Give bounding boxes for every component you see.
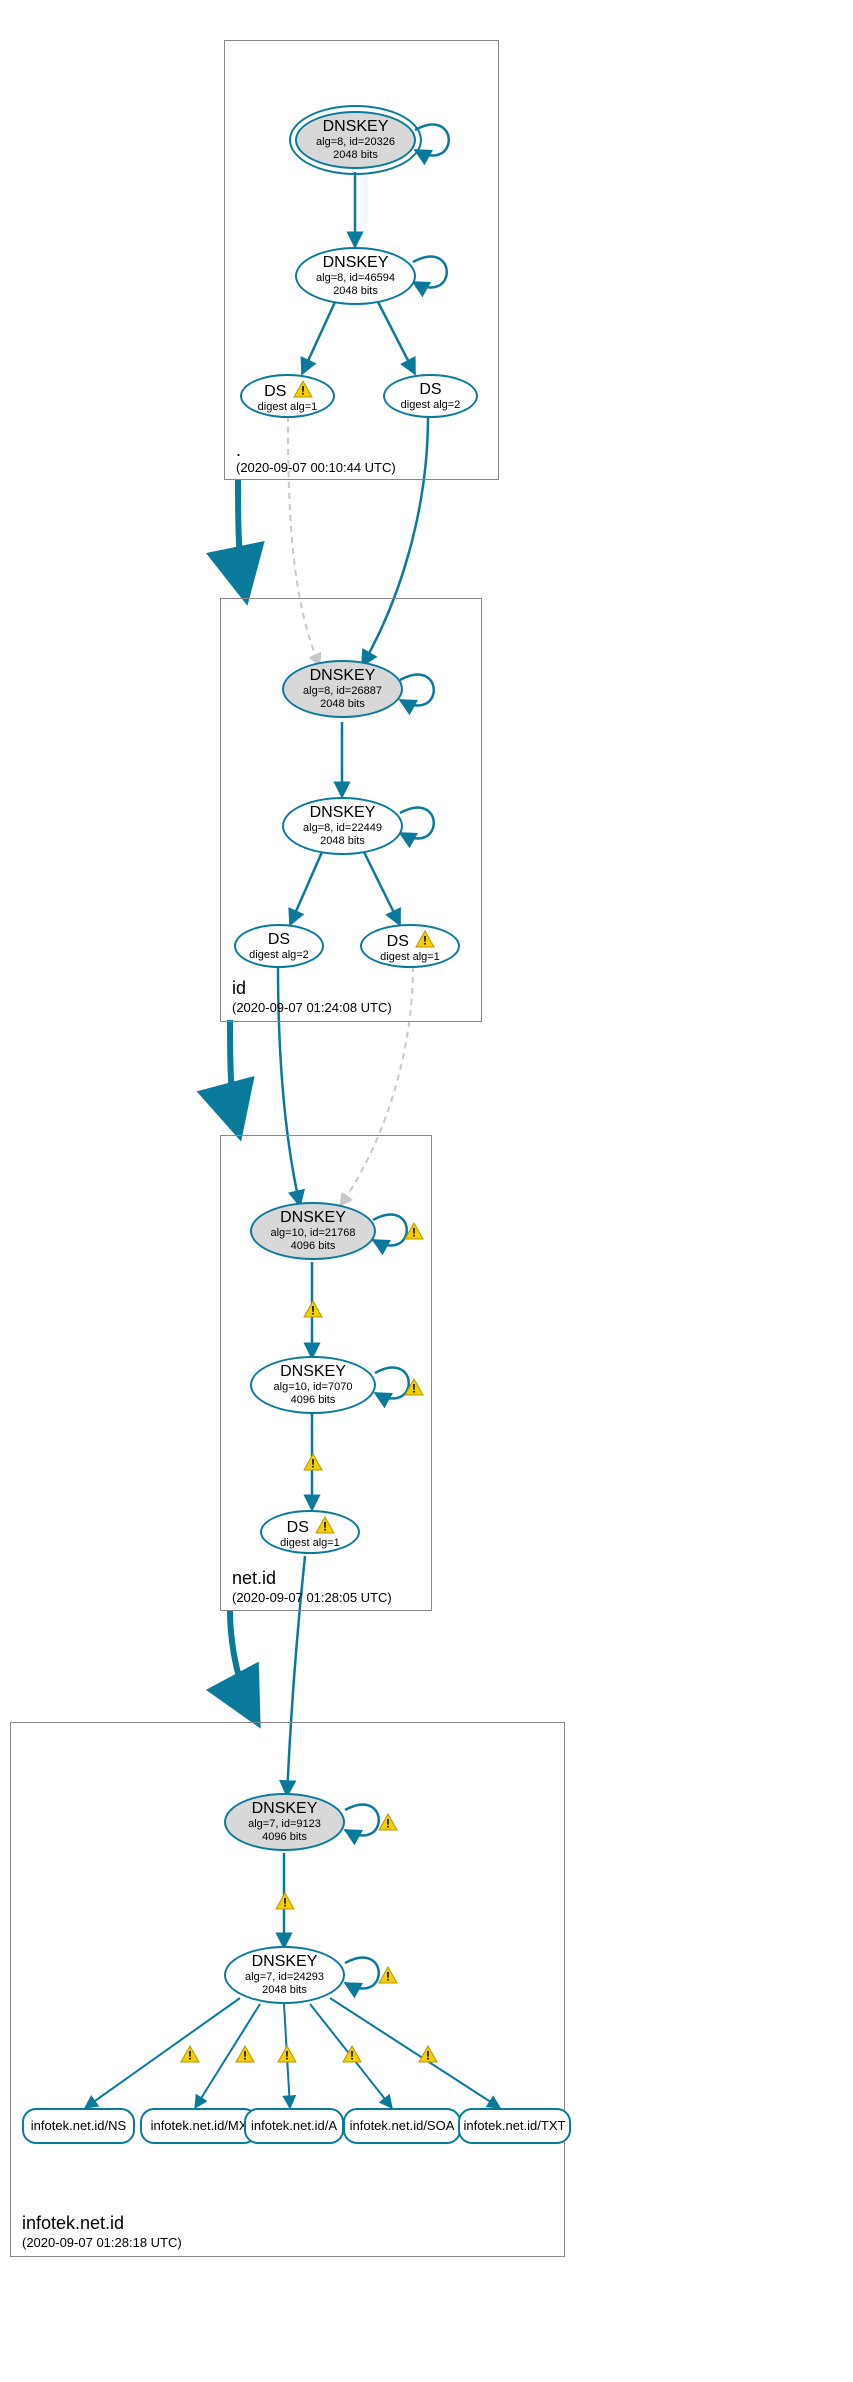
node-rr-mx: infotek.net.id/MX	[140, 2108, 258, 2144]
node-title: DNSKEY	[323, 118, 389, 136]
node-id-ds1: DS ! digest alg=1	[360, 924, 460, 968]
node-rr-ns: infotek.net.id/NS	[22, 2108, 135, 2144]
node-title: infotek.net.id/MX	[151, 2117, 248, 2135]
node-root-zsk: DNSKEY alg=8, id=46594 2048 bits	[295, 247, 416, 305]
node-title: DS	[264, 383, 286, 400]
node-title: DS	[419, 381, 441, 399]
node-id-zsk: DNSKEY alg=8, id=22449 2048 bits	[282, 797, 403, 855]
node-rr-txt: infotek.net.id/TXT	[458, 2108, 571, 2144]
node-sub1: alg=7, id=24293	[245, 1971, 324, 1984]
node-rr-a: infotek.net.id/A	[244, 2108, 344, 2144]
node-sub1: alg=8, id=20326	[316, 136, 395, 149]
node-sub1: alg=8, id=22449	[303, 822, 382, 835]
node-sub1: alg=8, id=26887	[303, 685, 382, 698]
node-title: infotek.net.id/A	[251, 2117, 337, 2135]
node-title: DS	[387, 933, 409, 950]
node-sub2: 2048 bits	[262, 1984, 307, 1997]
node-title: infotek.net.id/SOA	[350, 2117, 455, 2135]
node-sub1: alg=8, id=46594	[316, 272, 395, 285]
node-sub2: 4096 bits	[291, 1240, 336, 1253]
node-sub1: alg=7, id=9123	[248, 1818, 321, 1831]
svg-text:!: !	[323, 1520, 327, 1534]
node-sub1: alg=10, id=7070	[274, 1381, 353, 1394]
node-title: DNSKEY	[310, 667, 376, 685]
svg-text:!: !	[423, 934, 427, 948]
node-sub1: digest alg=1	[258, 401, 318, 414]
node-sub1: digest alg=1	[380, 951, 440, 964]
node-root-ksk: DNSKEY alg=8, id=20326 2048 bits	[295, 111, 416, 169]
node-sub2: 4096 bits	[262, 1831, 307, 1844]
node-sub2: 2048 bits	[333, 285, 378, 298]
warning-icon: !	[293, 380, 313, 398]
warning-icon: !	[415, 930, 435, 948]
node-title: DNSKEY	[323, 254, 389, 272]
node-sub1: alg=10, id=21768	[270, 1227, 355, 1240]
node-title: infotek.net.id/TXT	[464, 2117, 566, 2135]
zone-infotek-name: infotek.net.id	[22, 2213, 124, 2234]
zone-root-ts: (2020-09-07 00:10:44 UTC)	[236, 460, 396, 475]
node-sub1: digest alg=2	[249, 949, 309, 962]
zone-infotek-ts: (2020-09-07 01:28:18 UTC)	[22, 2235, 182, 2250]
node-rr-soa: infotek.net.id/SOA	[343, 2108, 461, 2144]
zone-id-name: id	[232, 978, 246, 999]
zone-root-name: .	[236, 440, 241, 461]
node-sub2: 2048 bits	[333, 149, 378, 162]
node-root-ds2: DS digest alg=2	[383, 374, 478, 418]
node-title: infotek.net.id/NS	[31, 2117, 126, 2135]
node-netid-ds: DS ! digest alg=1	[260, 1510, 360, 1554]
node-id-ds2: DS digest alg=2	[234, 924, 324, 968]
zone-id-ts: (2020-09-07 01:24:08 UTC)	[232, 1000, 392, 1015]
node-info-ksk: DNSKEY alg=7, id=9123 4096 bits	[224, 1793, 345, 1851]
node-info-zsk: DNSKEY alg=7, id=24293 2048 bits	[224, 1946, 345, 2004]
node-title: DNSKEY	[252, 1800, 318, 1818]
node-title: DS	[268, 931, 290, 949]
node-root-ds1: DS ! digest alg=1	[240, 374, 335, 418]
node-netid-ksk: DNSKEY alg=10, id=21768 4096 bits	[250, 1202, 376, 1260]
node-title: DNSKEY	[252, 1953, 318, 1971]
node-title: DS	[287, 1519, 309, 1536]
warning-icon: !	[315, 1516, 335, 1534]
zone-netid-ts: (2020-09-07 01:28:05 UTC)	[232, 1590, 392, 1605]
node-title: DNSKEY	[310, 804, 376, 822]
node-sub2: 4096 bits	[291, 1394, 336, 1407]
node-id-ksk: DNSKEY alg=8, id=26887 2048 bits	[282, 660, 403, 718]
node-netid-zsk: DNSKEY alg=10, id=7070 4096 bits	[250, 1356, 376, 1414]
node-sub2: 2048 bits	[320, 835, 365, 848]
node-sub2: 2048 bits	[320, 698, 365, 711]
node-title: DNSKEY	[280, 1209, 346, 1227]
node-sub1: digest alg=1	[280, 1537, 340, 1550]
zone-netid-name: net.id	[232, 1568, 276, 1589]
node-sub1: digest alg=2	[401, 399, 461, 412]
node-title: DNSKEY	[280, 1363, 346, 1381]
svg-text:!: !	[301, 384, 305, 398]
